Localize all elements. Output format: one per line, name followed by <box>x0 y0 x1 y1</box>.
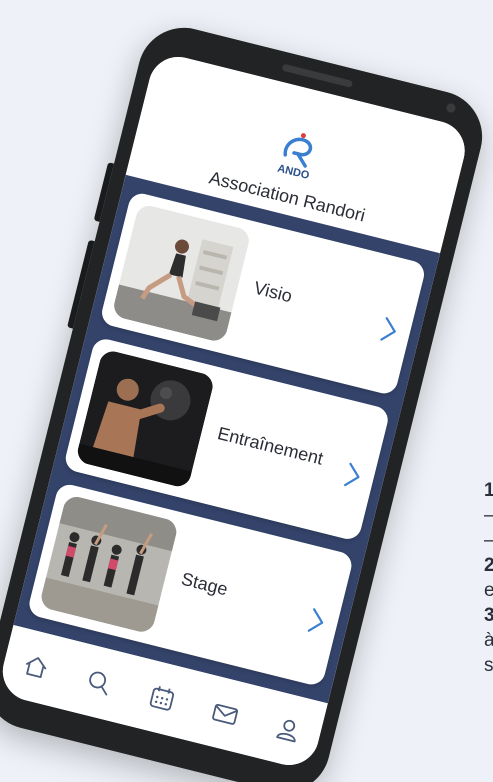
calendar-icon <box>149 686 175 711</box>
nav-calendar[interactable] <box>138 674 186 722</box>
randori-logo: ANDO <box>266 122 330 186</box>
phone-device: ANDO Association Randori Visio Entraînem… <box>0 18 492 782</box>
nav-search[interactable] <box>75 658 123 706</box>
chevron-right-icon <box>302 604 331 638</box>
fitness-lunge-photo <box>111 202 252 344</box>
nav-home[interactable] <box>12 643 60 691</box>
side-text-line: – <box>484 503 493 528</box>
side-text-line: 1 <box>484 480 493 501</box>
side-text-line: 2 <box>484 555 493 576</box>
boxer-medicine-ball-photo <box>74 348 216 490</box>
search-icon <box>89 671 108 696</box>
side-text-line: s <box>484 655 493 676</box>
home-icon <box>26 657 47 679</box>
nav-mail[interactable] <box>201 690 249 738</box>
side-text-line: 3 <box>484 605 493 626</box>
side-text-line: à <box>484 630 493 651</box>
page: 1 – – 2 e 3 à s ANDO <box>0 0 493 782</box>
card-label: Visio <box>251 277 295 307</box>
side-text-line: – <box>484 528 493 553</box>
group-dance-class-photo <box>38 494 180 635</box>
card-label: Stage <box>179 568 230 600</box>
chevron-right-icon <box>375 313 404 347</box>
side-text-line: e <box>484 580 493 601</box>
nav-profile[interactable] <box>264 705 312 753</box>
mail-icon <box>211 703 238 725</box>
activity-list: Visio Entraînement Stage <box>13 174 441 704</box>
phone-camera <box>445 102 457 114</box>
phone-screen: ANDO Association Randori Visio Entraînem… <box>0 50 472 772</box>
user-icon <box>275 719 296 743</box>
card-label: Entraînement <box>215 423 326 469</box>
volume-button <box>93 162 115 222</box>
chevron-right-icon <box>338 458 367 492</box>
side-text-fragment: 1 – – 2 e 3 à s <box>484 478 493 678</box>
